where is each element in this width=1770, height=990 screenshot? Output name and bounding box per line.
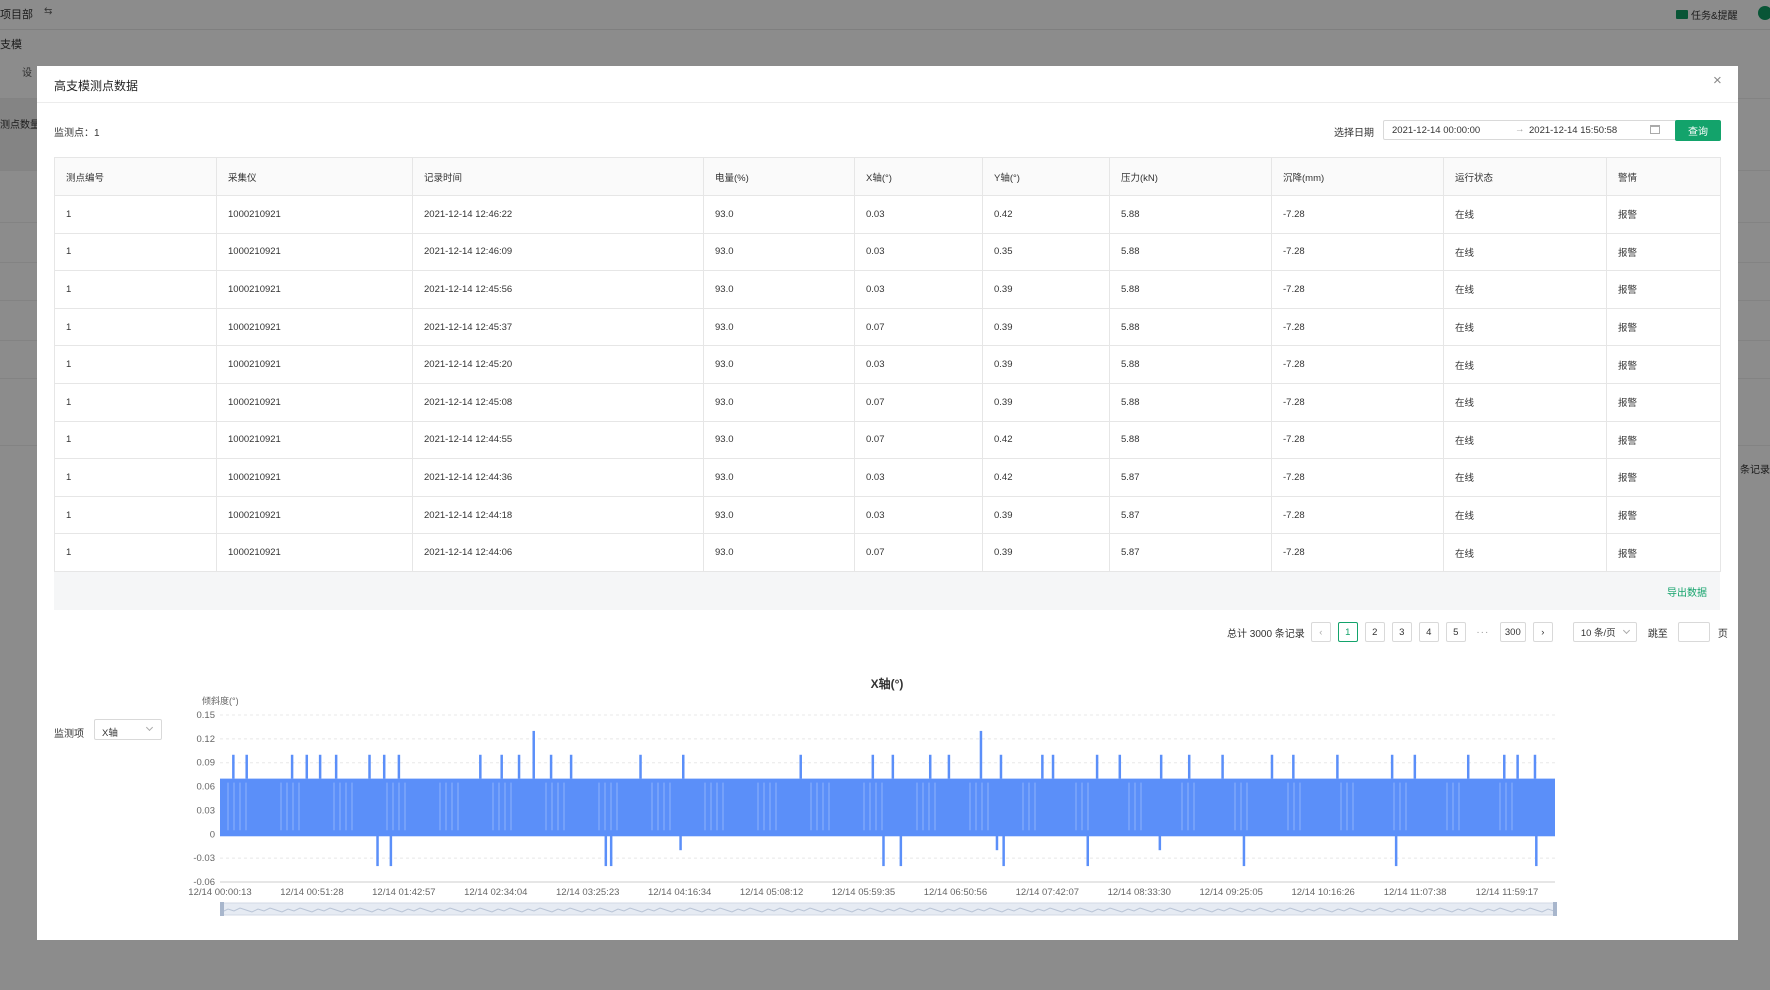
x-tick-label: 12/14 04:16:34 [648,887,711,898]
series-band [220,778,1555,837]
chart-title: X轴(°) [871,676,904,691]
y-tick-label: -0.03 [193,853,215,864]
y-tick-label: 0.06 [197,782,216,793]
x-tick-label: 12/14 00:00:13 [188,887,251,898]
data-modal: 高支模测点数据 × 监测点：1 选择日期 2021-12-14 00:00:00… [37,66,1738,940]
x-tick-label: 12/14 09:25:05 [1200,887,1263,898]
y-tick-label: 0.03 [197,805,216,816]
x-tick-label: 12/14 01:42:57 [372,887,435,898]
y-tick-label: 0.12 [197,734,216,745]
x-tick-label: 12/14 06:50:56 [924,887,987,898]
x-tick-label: 12/14 11:59:17 [1476,887,1539,898]
chart-canvas: X轴(°) 倾斜度(°) 0.150.120.090.060.030-0.03-… [188,676,1557,916]
zoom-handle-left[interactable] [220,902,224,916]
x-tick-label: 12/14 10:16:26 [1291,887,1354,898]
x-tick-label: 12/14 00:51:28 [280,887,343,898]
y-tick-label: 0.09 [197,758,216,769]
x-tick-label: 12/14 03:25:23 [556,887,619,898]
y-axis-label: 倾斜度(°) [202,695,239,706]
x-tick-label: 12/14 05:59:35 [832,887,895,898]
y-tick-label: 0 [210,829,215,840]
x-tick-label: 12/14 02:34:04 [464,887,527,898]
x-tick-label: 12/14 08:33:30 [1108,887,1171,898]
x-tick-label: 12/14 07:42:07 [1016,887,1079,898]
x-tick-label: 12/14 05:08:12 [740,887,803,898]
x-tick-label: 12/14 11:07:38 [1384,887,1447,898]
y-tick-label: 0.15 [197,710,216,721]
zoom-handle-right[interactable] [1553,902,1557,916]
